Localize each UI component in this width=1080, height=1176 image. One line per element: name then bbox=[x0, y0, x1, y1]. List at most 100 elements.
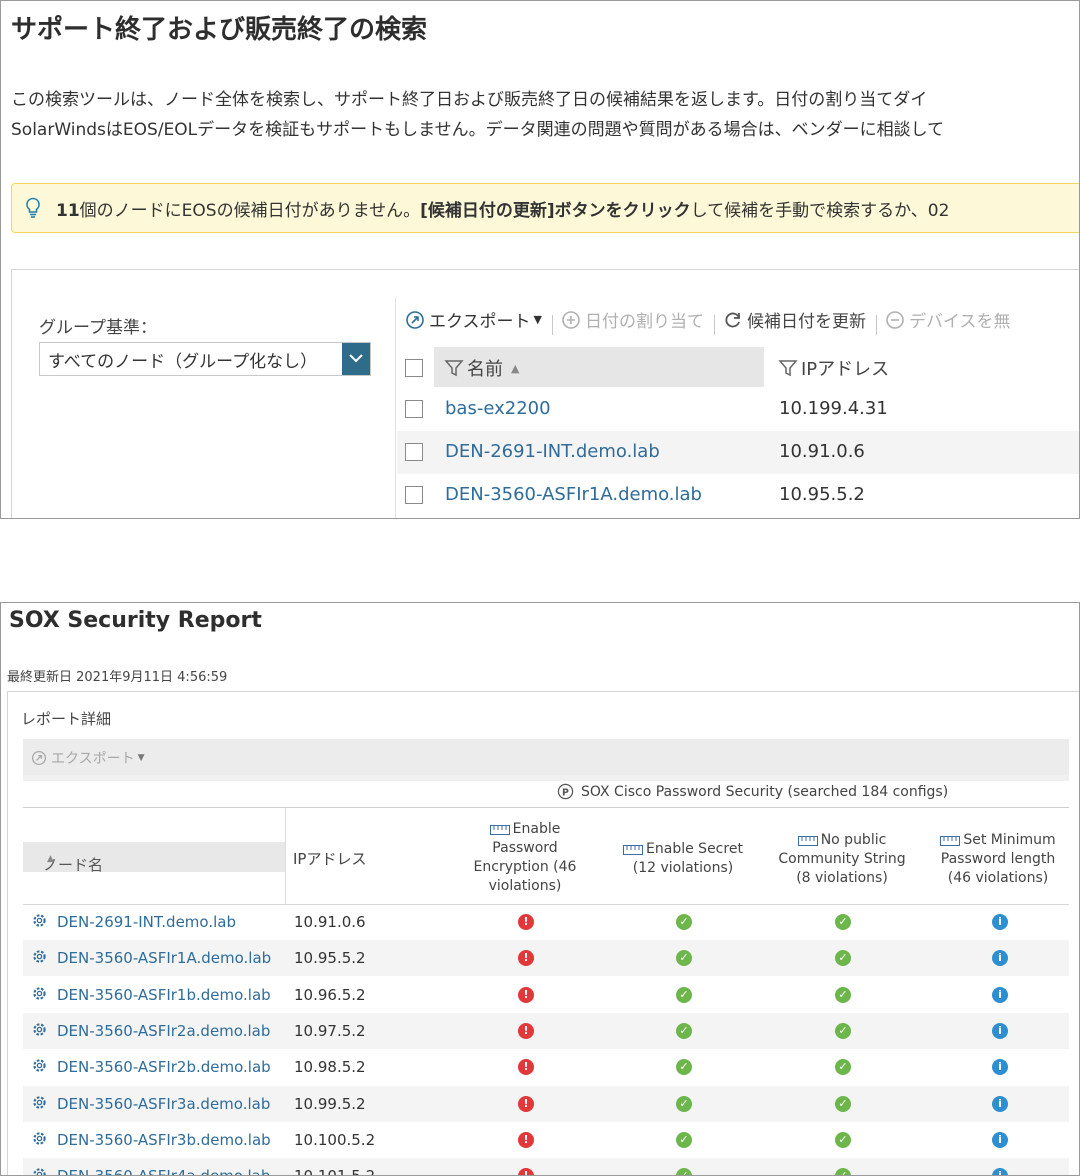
col-line: Enable bbox=[512, 821, 561, 837]
table-row: bas-ex2200 10.199.4.31 bbox=[397, 388, 1079, 431]
table-row: DEN-3560-ASFIr3a.demo.lab 10.99.5.2! ✓ ✓ i bbox=[23, 1085, 1069, 1122]
node-link[interactable]: bas-ex2200 bbox=[445, 398, 551, 419]
col-line: Set Minimum bbox=[963, 832, 1056, 848]
node-link[interactable]: DEN-3560-ASFIr3b.demo.lab bbox=[57, 1131, 271, 1149]
column-no-public-community[interactable]: No public Community String (8 violations… bbox=[767, 831, 917, 888]
info-status-icon: i bbox=[992, 1095, 1008, 1112]
error-status-icon: ! bbox=[518, 1131, 534, 1148]
ok-status-icon: ✓ bbox=[835, 1095, 851, 1112]
column-ip: IPアドレス bbox=[293, 850, 367, 868]
toolbar-divider bbox=[551, 314, 553, 335]
ok-status-icon: ✓ bbox=[676, 914, 692, 930]
node-link[interactable]: DEN-2691-INT.demo.lab bbox=[445, 441, 660, 462]
column-name[interactable]: 名前 ▲ bbox=[434, 347, 764, 387]
node-link[interactable]: DEN-3560-ASFIr2a.demo.lab bbox=[57, 1022, 270, 1040]
page-title: サポート終了および販売終了の検索 bbox=[11, 15, 428, 45]
row-checkbox[interactable] bbox=[405, 443, 423, 461]
export-button[interactable]: エクスポート ▼ bbox=[31, 748, 145, 768]
dropdown-button[interactable] bbox=[342, 343, 370, 375]
table-row: DEN-3560-ASFIr1A.demo.lab 10.95.5.2! ✓ ✓ i bbox=[23, 940, 1069, 977]
export-label: エクスポート bbox=[429, 312, 531, 332]
error-status-icon: ! bbox=[518, 1168, 534, 1175]
group-by-select[interactable]: すべてのノード（グループ化なし） bbox=[39, 342, 371, 376]
col-line: (12 violations) bbox=[632, 860, 734, 876]
table-row: DEN-3560-ASFIr1A.demo.lab 10.95.5.2 bbox=[397, 474, 1079, 517]
node-gear-icon bbox=[33, 1023, 46, 1036]
export-icon bbox=[406, 310, 424, 329]
col-line: Community String bbox=[778, 851, 906, 867]
row-checkbox[interactable] bbox=[405, 400, 423, 418]
export-button[interactable]: エクスポート ▼ bbox=[405, 307, 542, 332]
row-checkbox[interactable] bbox=[405, 486, 423, 504]
policy-header-label: SOX Cisco Password Security (searched 18… bbox=[581, 783, 949, 800]
sort-asc-icon: ▲ bbox=[511, 361, 520, 375]
report-detail-label: レポート詳細 bbox=[21, 710, 112, 728]
assign-date-button[interactable]: 日付の割り当て bbox=[561, 307, 704, 332]
select-all-checkbox[interactable] bbox=[405, 359, 423, 377]
hint-banner: 11個のノードにEOSの候補日付がありません。[候補日付の更新]ボタンをクリック… bbox=[11, 183, 1079, 233]
hint-part1: 個のノードにEOSの候補日付がありません。 bbox=[79, 201, 421, 221]
column-enable-password-encryption[interactable]: Enable Password Encryption (46 violation… bbox=[450, 820, 600, 896]
rule-icon bbox=[623, 845, 644, 855]
node-link[interactable]: DEN-3560-ASFIr4a.demo.lab bbox=[57, 1167, 270, 1175]
ok-status-icon: ✓ bbox=[676, 1059, 692, 1076]
table-row: DEN-3560-ASFIr2b.demo.lab 10.98.5.2! ✓ ✓ i bbox=[23, 1049, 1069, 1085]
column-ip[interactable]: IPアドレス bbox=[764, 347, 1079, 387]
table-row: DEN-3560-ASFIr1b.demo.lab 10.96.5.2! ✓ ✓ i bbox=[23, 977, 1069, 1013]
column-node-name[interactable]: ノード名 ▲ bbox=[23, 842, 285, 874]
table-row: DEN-3560-ASFIr2a.demo.lab 10.97.5.2! ✓ ✓ i bbox=[23, 1012, 1069, 1049]
ok-status-icon: ✓ bbox=[835, 986, 851, 1003]
col-line: (8 violations) bbox=[796, 870, 888, 886]
header-divider bbox=[285, 808, 286, 904]
ok-status-icon: ✓ bbox=[676, 1131, 692, 1148]
update-candidates-button[interactable]: 候補日付を更新 bbox=[723, 307, 866, 332]
column-enable-secret[interactable]: Enable Secret (12 violations) bbox=[608, 840, 758, 878]
ok-status-icon: ✓ bbox=[835, 914, 851, 930]
node-gear-icon bbox=[33, 950, 46, 963]
ignore-device-label: デバイスを無 bbox=[908, 312, 1011, 332]
col-line: Password bbox=[492, 840, 558, 856]
table-row: DEN-2691-INT.demo.lab 10.91.0.6 bbox=[397, 431, 1079, 474]
table-row: DEN-3560-ASFIr4a.demo.lab 10.101.5.2! ✓ ✓ i bbox=[23, 1158, 1069, 1175]
toolbar-divider bbox=[713, 314, 715, 335]
error-status-icon: ! bbox=[518, 950, 534, 967]
policy-icon: P bbox=[557, 783, 574, 800]
info-status-icon: i bbox=[992, 1059, 1008, 1076]
node-gear-icon bbox=[33, 986, 46, 1000]
hint-text: 11個のノードにEOSの候補日付がありません。[候補日付の更新]ボタンをクリック… bbox=[56, 196, 949, 221]
hint-count: 11 bbox=[56, 201, 80, 221]
info-status-icon: i bbox=[992, 1131, 1008, 1148]
table-row: DEN-3560-ASFIr3b.demo.lab 10.100.5.2! ✓ ✓ i bbox=[23, 1122, 1069, 1158]
node-link[interactable]: DEN-3560-ASFIr1A.demo.lab bbox=[57, 949, 271, 967]
node-ip: 10.98.5.2 bbox=[294, 1058, 366, 1077]
node-gear-icon bbox=[33, 1095, 46, 1109]
ok-status-icon: ✓ bbox=[676, 1168, 692, 1175]
node-link[interactable]: DEN-3560-ASFIr2b.demo.lab bbox=[57, 1058, 271, 1076]
col-line: Enable Secret bbox=[646, 841, 743, 857]
error-status-icon: ! bbox=[518, 1095, 534, 1112]
rule-icon bbox=[489, 825, 510, 835]
description: この検索ツールは、ノード全体を検索し、サポート終了日および販売終了日の候補結果を… bbox=[11, 85, 944, 145]
node-link[interactable]: DEN-3560-ASFIr1b.demo.lab bbox=[57, 986, 271, 1004]
ok-status-icon: ✓ bbox=[835, 1168, 851, 1175]
node-gear-icon bbox=[33, 914, 46, 927]
eos-toolbar: エクスポート ▼ 日付の割り当て 候補日付を更新 デバイスを無 bbox=[405, 307, 1016, 337]
ignore-device-button[interactable]: デバイスを無 bbox=[885, 307, 1011, 332]
node-gear-icon bbox=[33, 1059, 46, 1072]
column-min-password-length[interactable]: Set Minimum Password length (46 violatio… bbox=[923, 831, 1073, 888]
ok-status-icon: ✓ bbox=[835, 1059, 851, 1076]
node-ip: 10.95.5.2 bbox=[779, 484, 865, 505]
col-line: (46 violations) bbox=[947, 870, 1049, 886]
node-ip: 10.95.5.2 bbox=[294, 949, 366, 968]
sox-report-panel: SOX Security Report 最終更新日 2021年9月11日 4:5… bbox=[0, 602, 1080, 1176]
ok-status-icon: ✓ bbox=[676, 950, 692, 967]
policy-header: P SOX Cisco Password Security (searched … bbox=[557, 783, 948, 800]
toolbar-divider bbox=[875, 314, 877, 335]
node-link[interactable]: DEN-2691-INT.demo.lab bbox=[57, 913, 236, 931]
group-by-value: すべてのノード（グループ化なし） bbox=[48, 352, 318, 372]
node-link[interactable]: DEN-3560-ASFIr3a.demo.lab bbox=[57, 1095, 270, 1113]
node-ip: 10.199.4.31 bbox=[779, 398, 888, 419]
node-link[interactable]: DEN-3560-ASFIr1A.demo.lab bbox=[445, 484, 702, 505]
filter-icon bbox=[778, 360, 798, 377]
node-ip: 10.91.0.6 bbox=[779, 441, 865, 462]
